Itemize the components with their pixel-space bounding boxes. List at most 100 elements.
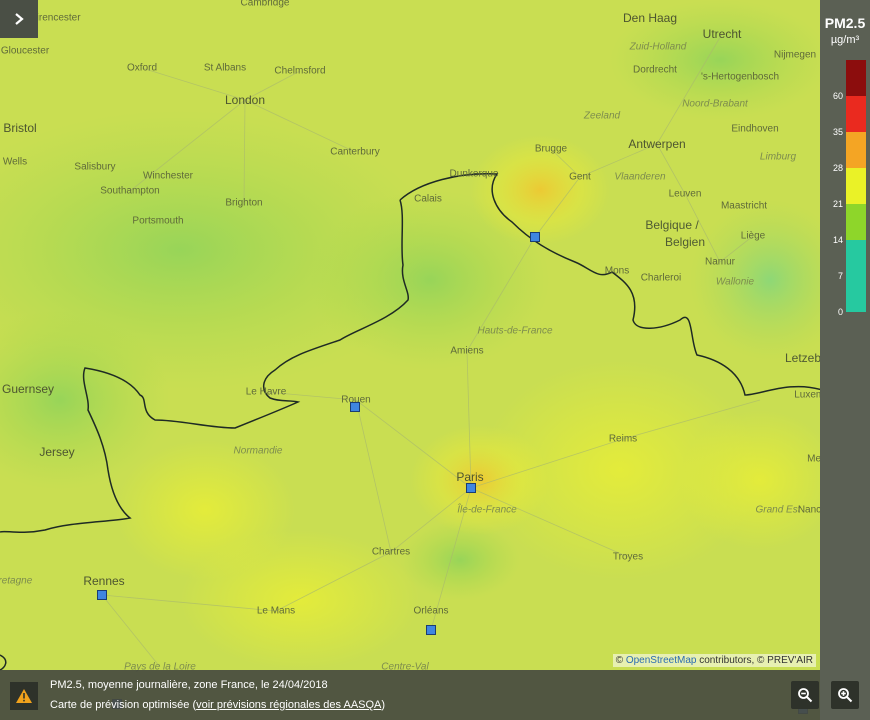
place-label: Utrecht <box>702 27 742 41</box>
warning-icon <box>16 689 32 703</box>
place-label: Le Havre <box>245 386 287 398</box>
info-bar: PM2.5, moyenne journalière, zone France,… <box>0 670 820 720</box>
place-label: Zeeland <box>583 110 621 122</box>
place-label: Gloucester <box>0 45 50 57</box>
place-label: Calais <box>414 193 442 205</box>
station-marker[interactable] <box>426 625 436 635</box>
legend-tick-label: 7 <box>837 271 843 281</box>
place-label: Maastricht <box>720 200 768 212</box>
color-legend: PM2.5 µg/m³ 60 35 28 21 14 7 0 <box>820 0 870 720</box>
place-label: Wallonie <box>715 276 755 288</box>
place-label: Nancy <box>797 504 820 516</box>
station-marker[interactable] <box>466 483 476 493</box>
map-attribution: © OpenStreetMap contributors, © PREV'AIR <box>612 654 816 667</box>
station-marker[interactable] <box>350 402 360 412</box>
place-label: Charleroi <box>640 272 682 284</box>
legend-color-segment <box>846 240 866 312</box>
regional-forecasts-link[interactable]: voir prévisions régionales des AASQA <box>196 699 381 711</box>
place-label: Chelmsford <box>274 65 326 77</box>
place-label: Chartres <box>371 546 411 558</box>
place-label: Liège <box>740 230 766 242</box>
place-label: Brugge <box>534 143 568 155</box>
place-label: Noord-Brabant <box>682 98 748 110</box>
zoom-in-button[interactable] <box>831 681 859 709</box>
place-label: Leuven <box>668 188 702 200</box>
legend-tick-label: 60 <box>832 91 843 101</box>
place-label: Nijmegen <box>773 49 817 61</box>
zoom-out-button[interactable] <box>791 681 819 709</box>
place-label: Dunkerque <box>449 168 499 180</box>
legend-tick-label: 21 <box>832 199 843 209</box>
forecast-note-suffix: ) <box>381 699 386 711</box>
map-description: PM2.5, moyenne journalière, zone France,… <box>50 679 328 691</box>
place-label: Metz <box>807 453 820 465</box>
place-label: Canterbury <box>330 146 380 158</box>
place-label: St Albans <box>203 62 247 74</box>
place-label: Wells <box>2 156 28 168</box>
place-label: 's-Hertogenbosch <box>700 71 780 83</box>
place-label: Den Haag <box>622 11 678 25</box>
place-label: Vlaanderen <box>614 171 666 183</box>
place-label: Troyes <box>612 551 644 563</box>
legend-scale <box>846 60 866 312</box>
legend-tick-label: 28 <box>832 163 843 173</box>
zoom-out-icon <box>798 688 813 703</box>
zoom-in-icon <box>838 688 853 703</box>
place-label: Amiens <box>450 345 484 357</box>
place-label: Mons <box>604 265 630 277</box>
place-label: Limburg <box>759 151 797 163</box>
place-label: Île-de-France <box>457 504 517 516</box>
place-label: Salisbury <box>74 161 116 173</box>
legend-unit: µg/m³ <box>830 34 860 46</box>
place-label: Grand Est <box>755 504 801 516</box>
place-label: Le Mans <box>256 605 296 617</box>
place-label: Namur <box>704 256 736 268</box>
place-label: Reims <box>608 433 638 445</box>
place-label: Portsmouth <box>132 215 184 227</box>
place-label: London <box>224 93 266 107</box>
forecast-note-prefix: Carte de prévision optimisée ( <box>50 699 197 711</box>
place-label: Bristol <box>3 121 37 135</box>
map-canvas[interactable]: Gloucester Cirencester Oxford St Albans Camb… <box>0 0 820 720</box>
forecast-note: Carte de prévision optimisée (voir prévi… <box>50 699 385 711</box>
legend-tick-label: 0 <box>837 307 843 317</box>
legend-color-segment <box>846 132 866 168</box>
legend-tick-label: 14 <box>832 235 843 245</box>
legend-color-segment <box>846 168 866 204</box>
place-label: Winchester <box>142 170 194 182</box>
place-label: Letzebuerg <box>784 351 820 365</box>
attribution-prefix: © <box>615 655 626 666</box>
place-label: Zuid-Holland <box>629 41 687 53</box>
place-label: Paris <box>456 470 484 484</box>
place-label: Dordrecht <box>633 64 677 76</box>
place-label: Belgique / <box>645 218 699 232</box>
place-label: Bretagne <box>0 575 33 587</box>
legend-color-segment <box>846 204 866 240</box>
place-label: Rennes <box>83 574 125 588</box>
attribution-suffix: contributors, © PREV'AIR <box>696 655 813 666</box>
legend-title: PM2.5 <box>824 15 866 31</box>
chevron-right-icon <box>15 13 24 25</box>
place-label: Belgien <box>664 235 706 249</box>
place-label: Guernsey <box>1 382 55 396</box>
place-label: Jersey <box>39 445 75 459</box>
legend-tick-label: 35 <box>832 127 843 137</box>
place-label: Hauts-de-France <box>477 325 553 337</box>
station-marker[interactable] <box>97 590 107 600</box>
place-label: Cambridge <box>240 0 290 9</box>
legend-color-segment <box>846 96 866 132</box>
place-label: Brighton <box>225 197 263 209</box>
panel-toggle-button[interactable] <box>0 0 38 38</box>
place-label: Oxford <box>126 62 158 74</box>
place-label: Normandie <box>233 445 283 457</box>
place-label: Eindhoven <box>731 123 779 135</box>
warning-button[interactable] <box>10 682 38 710</box>
place-label: Luxembourg <box>794 389 820 401</box>
station-marker[interactable] <box>530 232 540 242</box>
place-label: Antwerpen <box>628 137 686 151</box>
legend-color-segment <box>846 60 866 96</box>
place-label: Orléans <box>413 605 449 617</box>
place-label: Gent <box>569 171 591 183</box>
openstreetmap-link[interactable]: OpenStreetMap <box>626 655 697 666</box>
place-label: Southampton <box>100 185 160 197</box>
